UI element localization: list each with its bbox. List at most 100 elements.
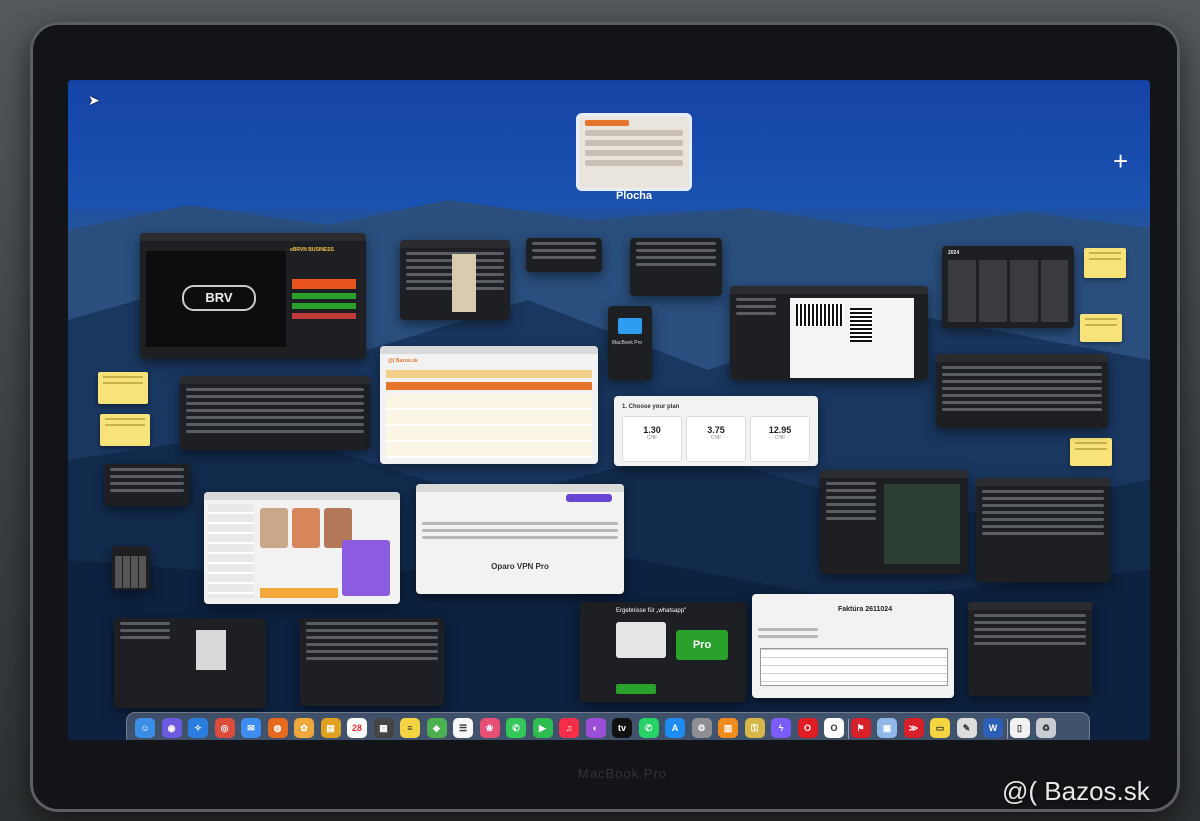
thumb-header-bar	[585, 120, 629, 126]
maps-icon[interactable]: ◆	[426, 718, 447, 738]
app-card[interactable]	[616, 622, 666, 658]
get-button[interactable]	[616, 684, 656, 694]
sticky-note[interactable]	[1084, 248, 1126, 278]
window-social-feed[interactable]	[204, 492, 400, 604]
window-choose-plan[interactable]: 1. Choose your plan 1.30 CHF 3.75 CHF 12…	[614, 396, 818, 466]
preview-icon[interactable]: ▣	[877, 718, 897, 738]
plan-option[interactable]: 3.75 CHF	[686, 416, 746, 462]
window-bottom-list[interactable]	[300, 618, 444, 706]
finder-icon[interactable]: ☺	[135, 718, 155, 738]
window-notification[interactable]	[526, 238, 602, 272]
settings-line	[110, 475, 184, 478]
trash-icon[interactable]: ♻	[1036, 718, 1056, 738]
window-file-list[interactable]	[180, 376, 370, 450]
window-about-mac[interactable]: MacBook Pro	[608, 306, 652, 380]
messenger-icon[interactable]: ϟ	[771, 718, 791, 738]
firefox-icon[interactable]: ◍	[267, 718, 288, 738]
podcasts-icon[interactable]: ◐	[585, 718, 606, 738]
window-chat-list[interactable]	[976, 478, 1110, 582]
plan-option[interactable]: 1.30 CHF	[622, 416, 682, 462]
chat-line	[982, 518, 1104, 521]
document-preview	[196, 630, 226, 670]
acrobat-icon[interactable]: ⚑	[850, 718, 871, 738]
plan-price: 3.75	[707, 425, 725, 435]
chat-line	[826, 489, 876, 492]
photos-app-icon[interactable]: ❀	[479, 718, 500, 738]
keychain-icon[interactable]: ⚿	[744, 718, 765, 738]
app-store-icon[interactable]: A	[665, 718, 685, 738]
window-vpn[interactable]: Oparo VPN Pro	[416, 484, 624, 594]
stickies-icon[interactable]: ▭	[930, 718, 950, 738]
music-icon[interactable]: ♫	[559, 718, 579, 738]
tv-icon[interactable]: tv	[612, 718, 632, 738]
window-bottom-left[interactable]	[114, 618, 266, 708]
list-line	[974, 621, 1086, 624]
window-dialog[interactable]	[630, 238, 722, 296]
thumb-row	[585, 140, 683, 146]
sticky-note[interactable]	[98, 372, 148, 404]
sticky-note[interactable]	[1070, 438, 1112, 466]
vpn-upgrade-button[interactable]	[566, 494, 612, 502]
document-icon[interactable]: ▯	[1009, 718, 1030, 738]
sticky-note[interactable]	[100, 414, 150, 446]
window-bottom-right[interactable]	[968, 602, 1092, 696]
plan-title: 1. Choose your plan	[622, 404, 680, 410]
story-card[interactable]	[260, 508, 288, 548]
reminders-icon[interactable]: ☰	[453, 718, 473, 738]
calculator-icon[interactable]: ▦	[373, 718, 394, 738]
window-small-settings[interactable]	[104, 464, 190, 506]
mail-icon[interactable]: ✉	[241, 718, 261, 738]
window-calendar[interactable]: 2024	[942, 246, 1074, 328]
notes-folder-icon[interactable]: ▤	[320, 718, 341, 738]
window-titlebar	[936, 354, 1108, 362]
settings-line	[110, 482, 184, 485]
dock-separator	[1006, 719, 1008, 739]
safari-icon[interactable]: ✧	[188, 718, 208, 738]
list-line	[186, 430, 364, 433]
story-card[interactable]	[292, 508, 320, 548]
invoice-table	[760, 648, 948, 686]
opera-gx-icon[interactable]: O	[824, 718, 844, 738]
books-icon[interactable]: ▥	[718, 718, 738, 738]
facetime-icon[interactable]: ▶	[532, 718, 553, 738]
plan-option[interactable]: 12.95 CHF	[750, 416, 810, 462]
notes-icon[interactable]: ≡	[400, 718, 420, 738]
dialog-line	[636, 249, 716, 252]
space-label: Plocha	[615, 190, 653, 202]
search-results-title: Ergebnisse für „whatsapp"	[616, 608, 687, 614]
settings-line	[110, 468, 184, 471]
list-line	[974, 635, 1086, 638]
messages-icon[interactable]: ✆	[506, 718, 526, 738]
window-invoice[interactable]: Faktúra 2611024	[752, 594, 954, 698]
window-dark-list[interactable]	[400, 240, 510, 320]
add-space-button[interactable]: +	[1113, 148, 1128, 174]
calendar-icon[interactable]: 28	[347, 718, 367, 738]
messenger-popup[interactable]	[342, 540, 390, 596]
window-mail-list[interactable]	[936, 354, 1108, 428]
calculator-keys	[115, 556, 147, 588]
opera-icon[interactable]: O	[797, 718, 818, 738]
calendar-grid	[948, 260, 1068, 322]
plan-currency: CHF	[646, 435, 658, 441]
siri-icon[interactable]: ◉	[161, 718, 182, 738]
window-calculator[interactable]	[112, 546, 150, 590]
window-chat-app[interactable]	[820, 470, 968, 574]
chrome-icon[interactable]: ◎	[214, 718, 235, 738]
business-name: eBRVN BUSINESS	[290, 247, 334, 253]
window-app-store-results[interactable]: Ergebnisse für „whatsapp" Pro	[580, 602, 746, 702]
desktop-space-thumbnail[interactable]	[576, 113, 692, 191]
window-brv-business[interactable]: BRV eBRVN BUSINESS	[140, 233, 366, 359]
vpn-text-line	[422, 522, 618, 525]
system-settings-icon[interactable]: ⚙	[691, 718, 712, 738]
parallels-icon[interactable]: ≫	[903, 718, 924, 738]
dialog-line	[636, 242, 716, 245]
window-bazos-browser[interactable]: @( Bazos.sk	[380, 346, 598, 464]
window-shipping-label[interactable]	[730, 286, 928, 380]
whatsapp-icon[interactable]: ✆	[638, 718, 659, 738]
photos-icon[interactable]: ✿	[294, 718, 314, 738]
word-icon[interactable]: W	[983, 718, 1003, 738]
list-line	[120, 636, 170, 639]
notification-line	[532, 256, 596, 259]
sticky-note[interactable]	[1080, 314, 1122, 342]
script-editor-icon[interactable]: ✎	[956, 718, 977, 738]
